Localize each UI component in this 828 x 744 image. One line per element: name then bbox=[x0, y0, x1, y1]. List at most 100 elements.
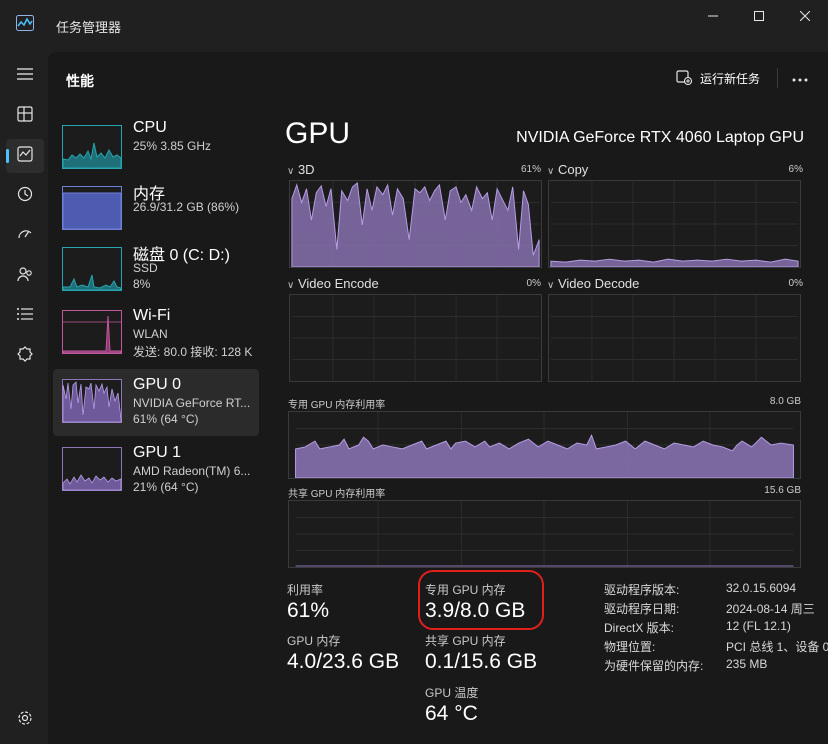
run-new-task-button[interactable]: 运行新任务 bbox=[676, 66, 760, 90]
driver-version-value: 32.0.15.6094 bbox=[726, 581, 797, 595]
performance-icon bbox=[17, 145, 33, 167]
resource-detail: NVIDIA GeForce RT... bbox=[133, 396, 251, 410]
header-bar: 性能 运行新任务 bbox=[48, 52, 828, 102]
reserved-memory-value: 235 MB bbox=[726, 657, 768, 671]
left-navigation bbox=[0, 50, 48, 744]
engine-label: 3D bbox=[297, 162, 315, 177]
resource-gpu1[interactable]: GPU 1 AMD Radeon(TM) 6... 21% (64 °C) bbox=[53, 437, 259, 504]
driver-date-value: 2024-08-14 周三 bbox=[726, 602, 815, 616]
memory-thumbnail-graph bbox=[62, 186, 122, 230]
shared-memory-value: 0.1/15.6 GB bbox=[425, 650, 538, 673]
maximize-button[interactable] bbox=[736, 0, 782, 32]
engine-percent: 0% bbox=[788, 278, 803, 289]
physical-location-value: PCI 总线 1、设备 0、... bbox=[726, 640, 828, 654]
annotation-highlight-circle bbox=[418, 570, 544, 630]
engine-percent: 6% bbox=[788, 164, 803, 175]
engine-percent: 61% bbox=[520, 164, 541, 175]
run-task-icon bbox=[676, 69, 693, 88]
content-pane: 性能 运行新任务 CPU 25% 3.85 GHz 内存 26.9/31.2 G… bbox=[48, 52, 828, 744]
close-button[interactable] bbox=[782, 0, 828, 32]
details-icon bbox=[17, 307, 33, 326]
engine-copy-selector[interactable]: ∨ Copy bbox=[547, 162, 588, 177]
app-history-icon bbox=[17, 186, 33, 207]
run-task-label: 运行新任务 bbox=[700, 71, 761, 86]
engine-video-decode-graph bbox=[548, 294, 801, 382]
hamburger-icon bbox=[17, 67, 33, 85]
nav-details[interactable] bbox=[6, 299, 44, 333]
engine-label: Copy bbox=[557, 162, 589, 177]
startup-icon bbox=[17, 226, 33, 247]
reserved-memory-label: 为硬件保留的内存: bbox=[604, 659, 704, 673]
processes-icon bbox=[17, 105, 33, 127]
engine-copy-graph bbox=[548, 180, 801, 268]
gpu-model-name: NVIDIA GeForce RTX 4060 Laptop GPU bbox=[516, 129, 804, 146]
dedicated-memory-graph-max: 8.0 GB bbox=[769, 396, 801, 407]
driver-date-label: 驱动程序日期: bbox=[604, 602, 680, 616]
gpu-temperature-label: GPU 温度 bbox=[425, 686, 479, 700]
resource-cpu[interactable]: CPU 25% 3.85 GHz bbox=[53, 115, 259, 182]
engine-video-decode-selector[interactable]: ∨ Video Decode bbox=[547, 276, 639, 291]
engine-3d-graph bbox=[289, 180, 542, 268]
shared-memory-graph bbox=[288, 500, 801, 568]
shared-memory-graph-label: 共享 GPU 内存利用率 bbox=[288, 489, 386, 500]
cpu-thumbnail-graph bbox=[62, 125, 122, 169]
nav-app-history[interactable] bbox=[6, 179, 44, 213]
resource-detail: AMD Radeon(TM) 6... bbox=[133, 464, 251, 478]
chevron-down-icon: ∨ bbox=[547, 166, 555, 177]
chevron-down-icon: ∨ bbox=[547, 280, 555, 291]
engine-video-encode-graph bbox=[289, 294, 542, 382]
minimize-button[interactable] bbox=[690, 0, 736, 32]
resource-name: GPU 0 bbox=[133, 376, 182, 393]
engine-video-encode-selector[interactable]: ∨ Video Encode bbox=[287, 276, 379, 291]
directx-version-label: DirectX 版本: bbox=[604, 621, 675, 635]
chevron-down-icon: ∨ bbox=[287, 166, 295, 177]
engine-percent: 0% bbox=[526, 278, 541, 289]
gpu0-thumbnail-graph bbox=[62, 379, 122, 423]
resource-name: Wi-Fi bbox=[133, 307, 171, 324]
services-icon bbox=[17, 345, 33, 367]
nav-services[interactable] bbox=[6, 339, 44, 373]
resource-memory[interactable]: 内存 26.9/31.2 GB (86%) bbox=[53, 176, 259, 243]
resource-disk[interactable]: 磁盘 0 (C: D:) SSD 8% bbox=[53, 237, 259, 304]
directx-version-value: 12 (FL 12.1) bbox=[726, 619, 791, 633]
resource-detail-2: 61% (64 °C) bbox=[133, 412, 199, 426]
hamburger-menu-button[interactable] bbox=[6, 59, 44, 93]
gpu-title: GPU bbox=[285, 117, 351, 150]
disk-thumbnail-graph bbox=[62, 247, 122, 291]
engine-label: Video Encode bbox=[297, 276, 379, 291]
gpu1-thumbnail-graph bbox=[62, 447, 122, 491]
resource-wifi[interactable]: Wi-Fi WLAN 发送: 80.0 接收: 128 K bbox=[53, 305, 259, 372]
resource-gpu0[interactable]: GPU 0 NVIDIA GeForce RT... 61% (64 °C) bbox=[53, 369, 259, 436]
physical-location-label: 物理位置: bbox=[604, 640, 656, 654]
resource-detail-2: 发送: 80.0 接收: 128 K bbox=[133, 345, 253, 359]
header-divider bbox=[777, 68, 778, 88]
resource-name: GPU 1 bbox=[133, 444, 182, 461]
users-icon bbox=[17, 266, 33, 287]
resource-detail: 26.9/31.2 GB (86%) bbox=[133, 200, 240, 214]
wifi-thumbnail-graph bbox=[62, 310, 122, 354]
nav-users[interactable] bbox=[6, 259, 44, 293]
gpu-temperature-value: 64 °C bbox=[425, 702, 478, 725]
more-options-button[interactable] bbox=[784, 66, 816, 90]
settings-icon bbox=[17, 710, 33, 731]
chevron-down-icon: ∨ bbox=[287, 280, 295, 291]
utilization-label: 利用率 bbox=[287, 583, 324, 597]
page-title: 性能 bbox=[66, 73, 94, 89]
nav-startup[interactable] bbox=[6, 219, 44, 253]
task-manager-app-icon bbox=[16, 15, 34, 31]
shared-memory-graph-max: 15.6 GB bbox=[764, 485, 801, 496]
driver-version-label: 驱动程序版本: bbox=[604, 583, 680, 597]
engine-3d-selector[interactable]: ∨ 3D bbox=[287, 162, 315, 177]
resource-detail: WLAN bbox=[133, 327, 168, 341]
nav-performance[interactable] bbox=[6, 139, 44, 173]
engine-label: Video Decode bbox=[557, 276, 640, 291]
dedicated-memory-graph bbox=[288, 411, 801, 479]
resource-detail: 25% 3.85 GHz bbox=[133, 139, 212, 153]
resource-name: CPU bbox=[133, 119, 167, 136]
gpu-memory-label: GPU 内存 bbox=[287, 634, 341, 648]
resource-detail: SSD bbox=[133, 261, 158, 275]
gpu-detail-panel: GPU NVIDIA GeForce RTX 4060 Laptop GPU ∨… bbox=[273, 102, 828, 744]
utilization-value: 61% bbox=[287, 599, 330, 622]
nav-settings[interactable] bbox=[6, 703, 44, 737]
nav-processes[interactable] bbox=[6, 99, 44, 133]
